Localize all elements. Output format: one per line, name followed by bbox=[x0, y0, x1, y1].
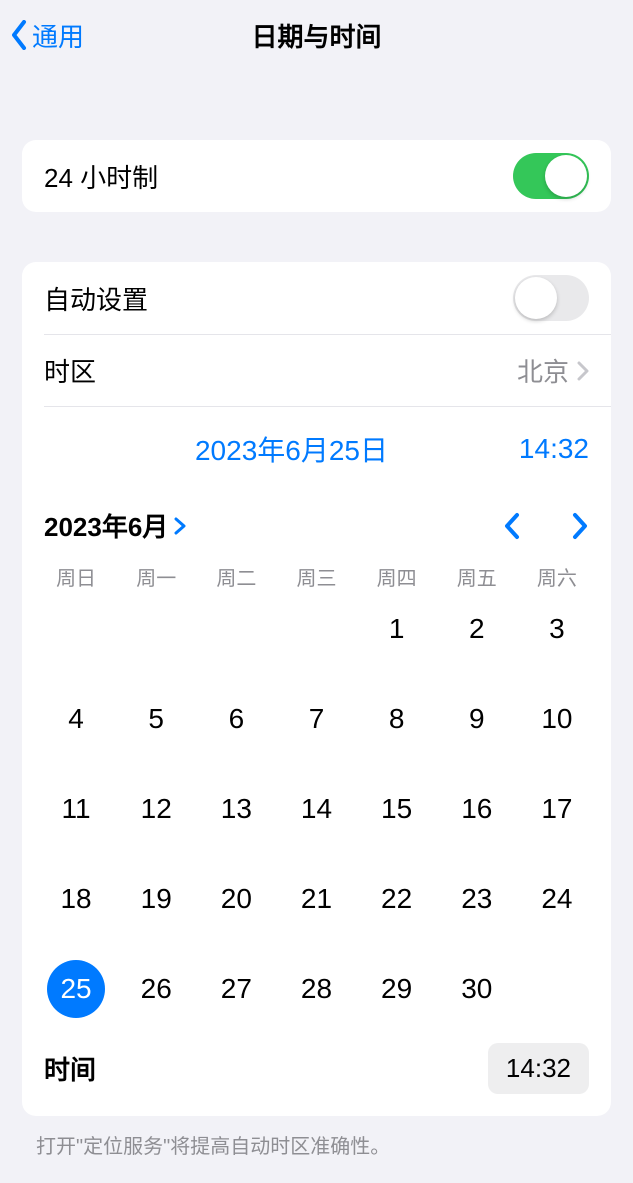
calendar-month-button[interactable]: 2023年6月 bbox=[44, 507, 186, 544]
calendar-day[interactable]: 20 bbox=[196, 869, 276, 929]
calendar-day[interactable]: 23 bbox=[437, 869, 517, 929]
calendar-day[interactable]: 1 bbox=[357, 599, 437, 659]
page-title: 日期与时间 bbox=[251, 17, 381, 54]
row-24h: 24 小时制 bbox=[22, 140, 611, 212]
group-datetime: 自动设置 时区 北京 2023年6月25日 14:32 2023年6月 周日周一… bbox=[22, 262, 611, 1116]
group-24h: 24 小时制 bbox=[22, 140, 611, 212]
calendar-day[interactable]: 10 bbox=[517, 689, 597, 749]
calendar-day[interactable]: 24 bbox=[517, 869, 597, 929]
calendar-day[interactable]: 26 bbox=[116, 959, 196, 1019]
calendar-day[interactable]: 14 bbox=[276, 779, 356, 839]
calendar-day[interactable]: 12 bbox=[116, 779, 196, 839]
nav-bar: 通用 日期与时间 bbox=[0, 0, 633, 70]
calendar-day[interactable]: 22 bbox=[357, 869, 437, 929]
weekday-label: 周一 bbox=[116, 562, 196, 591]
time-picker[interactable]: 14:32 bbox=[488, 1043, 589, 1094]
calendar-day[interactable]: 6 bbox=[196, 689, 276, 749]
row-time: 时间 14:32 bbox=[22, 1033, 611, 1116]
calendar-day[interactable]: 2 bbox=[437, 599, 517, 659]
back-label: 通用 bbox=[32, 17, 84, 54]
switch-knob bbox=[515, 277, 557, 319]
row-summary: 2023年6月25日 14:32 bbox=[44, 406, 611, 479]
summary-date[interactable]: 2023年6月25日 bbox=[104, 429, 479, 469]
calendar-day[interactable]: 3 bbox=[517, 599, 597, 659]
weekday-label: 周三 bbox=[276, 562, 356, 591]
chevron-right-icon bbox=[174, 517, 186, 535]
row-24h-label: 24 小时制 bbox=[44, 158, 158, 195]
calendar-day[interactable]: 4 bbox=[36, 689, 116, 749]
calendar-day[interactable]: 11 bbox=[36, 779, 116, 839]
weekday-label: 周二 bbox=[196, 562, 276, 591]
switch-24h[interactable] bbox=[513, 153, 589, 199]
weekday-label: 周六 bbox=[517, 562, 597, 591]
weekday-row: 周日周一周二周三周四周五周六 bbox=[22, 554, 611, 599]
calendar-day[interactable]: 13 bbox=[196, 779, 276, 839]
timezone-text: 北京 bbox=[517, 352, 569, 389]
calendar-day[interactable]: 18 bbox=[36, 869, 116, 929]
calendar-day-blank bbox=[196, 599, 276, 659]
calendar-day[interactable]: 19 bbox=[116, 869, 196, 929]
time-label: 时间 bbox=[44, 1050, 96, 1087]
back-button[interactable]: 通用 bbox=[10, 17, 84, 54]
calendar-day[interactable]: 27 bbox=[196, 959, 276, 1019]
calendar-day[interactable]: 17 bbox=[517, 779, 597, 839]
footer-note: 打开"定位服务"将提高自动时区准确性。 bbox=[0, 1116, 633, 1159]
calendar-day[interactable]: 16 bbox=[437, 779, 517, 839]
calendar-day[interactable]: 5 bbox=[116, 689, 196, 749]
calendar-day[interactable]: 9 bbox=[437, 689, 517, 749]
row-timezone[interactable]: 时区 北京 bbox=[44, 334, 611, 406]
calendar-day[interactable]: 7 bbox=[276, 689, 356, 749]
calendar-day[interactable]: 25 bbox=[47, 960, 105, 1018]
calendar-month-label: 2023年6月 bbox=[44, 507, 168, 544]
calendar-prev-button[interactable] bbox=[503, 512, 521, 540]
weekday-label: 周四 bbox=[357, 562, 437, 591]
calendar-header: 2023年6月 bbox=[22, 479, 611, 554]
calendar-day[interactable]: 15 bbox=[357, 779, 437, 839]
row-timezone-value: 北京 bbox=[517, 352, 589, 389]
calendar-day[interactable]: 21 bbox=[276, 869, 356, 929]
calendar-day-blank bbox=[116, 599, 196, 659]
calendar-day[interactable]: 28 bbox=[276, 959, 356, 1019]
calendar-grid: 1234567891011121314151617181920212223242… bbox=[22, 599, 611, 1033]
weekday-label: 周日 bbox=[36, 562, 116, 591]
weekday-label: 周五 bbox=[437, 562, 517, 591]
calendar-day[interactable]: 8 bbox=[357, 689, 437, 749]
row-autoset-label: 自动设置 bbox=[44, 280, 148, 317]
row-timezone-label: 时区 bbox=[44, 352, 96, 389]
switch-knob bbox=[545, 155, 587, 197]
summary-time[interactable]: 14:32 bbox=[479, 433, 589, 465]
calendar-day[interactable]: 29 bbox=[357, 959, 437, 1019]
switch-autoset[interactable] bbox=[513, 275, 589, 321]
calendar-day-blank bbox=[36, 599, 116, 659]
chevron-right-icon bbox=[577, 361, 589, 381]
calendar-day[interactable]: 30 bbox=[437, 959, 517, 1019]
chevron-left-icon bbox=[10, 20, 28, 50]
calendar-nav bbox=[503, 512, 589, 540]
calendar-next-button[interactable] bbox=[571, 512, 589, 540]
row-autoset: 自动设置 bbox=[22, 262, 611, 334]
calendar-day-blank bbox=[276, 599, 356, 659]
